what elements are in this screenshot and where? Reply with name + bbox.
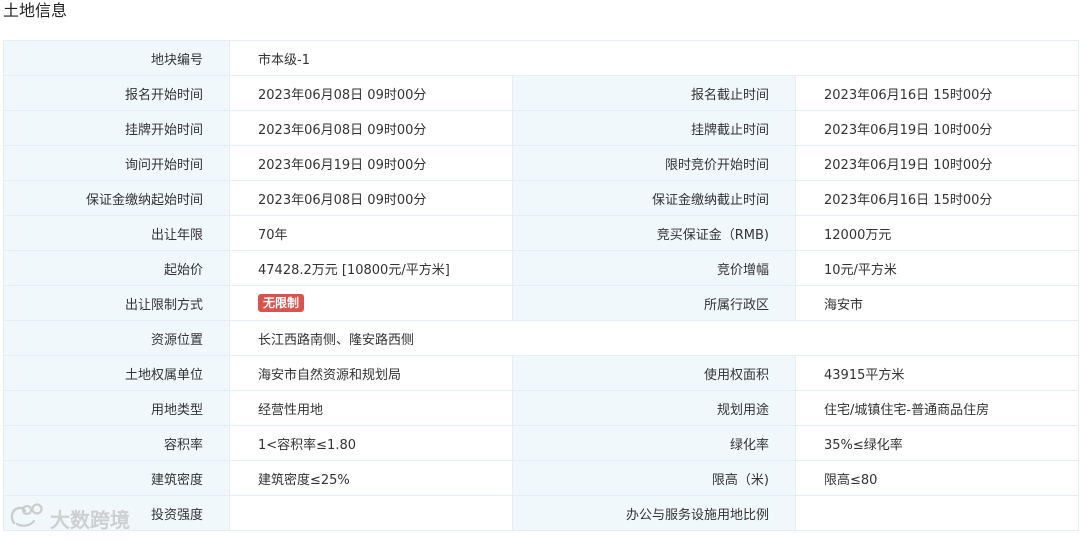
field-value: 1<容积率≤1.80	[229, 425, 513, 461]
field-value: 2023年06月08日 09时00分	[229, 110, 513, 146]
field-label: 报名开始时间	[3, 75, 230, 111]
table-row: 地块编号 市本级-1	[3, 40, 1080, 76]
field-value	[794, 495, 1080, 531]
field-label: 询问开始时间	[3, 145, 230, 181]
table-row: 保证金缴纳起始时间 2023年06月08日 09时00分 保证金缴纳截止时间 2…	[3, 180, 1080, 216]
field-value: 2023年06月08日 09时00分	[229, 180, 513, 216]
field-value: 70年	[229, 215, 513, 251]
field-label: 建筑密度	[3, 460, 230, 496]
page-title: 土地信息	[3, 1, 68, 20]
field-value: 10元/平方米	[794, 250, 1080, 286]
field-label: 挂牌开始时间	[3, 110, 230, 146]
field-value: 市本级-1	[228, 40, 1080, 76]
table-row: 报名开始时间 2023年06月08日 09时00分 报名截止时间 2023年06…	[3, 75, 1080, 111]
field-value: 经营性用地	[229, 390, 513, 426]
field-value: 限高≤80	[794, 460, 1080, 496]
field-label: 限高（米)	[512, 460, 796, 496]
table-row: 出让年限 70年 竞买保证金（RMB) 12000万元	[3, 215, 1080, 251]
field-label: 投资强度	[3, 495, 230, 531]
table-row: 起始价 47428.2万元 [10800元/平方米] 竞价增幅 10元/平方米	[3, 250, 1080, 286]
field-value: 住宅/城镇住宅-普通商品住房	[794, 390, 1080, 426]
field-value: 长江西路南侧、隆安路西侧	[228, 320, 1080, 356]
field-value: 2023年06月08日 09时00分	[229, 75, 513, 111]
field-value	[229, 495, 513, 531]
table-row: 用地类型 经营性用地 规划用途 住宅/城镇住宅-普通商品住房	[3, 390, 1080, 426]
field-value: 海安市自然资源和规划局	[229, 355, 513, 391]
field-label: 规划用途	[512, 390, 796, 426]
table-row: 挂牌开始时间 2023年06月08日 09时00分 挂牌截止时间 2023年06…	[3, 110, 1080, 146]
field-value: 43915平方米	[794, 355, 1080, 391]
field-value: 海安市	[794, 285, 1080, 321]
land-info-table: 地块编号 市本级-1 报名开始时间 2023年06月08日 09时00分 报名截…	[3, 40, 1080, 531]
field-value: 47428.2万元 [10800元/平方米]	[229, 250, 513, 286]
field-label: 保证金缴纳截止时间	[512, 180, 796, 216]
table-row: 建筑密度 建筑密度≤25% 限高（米) 限高≤80	[3, 460, 1080, 496]
field-value: 无限制	[229, 285, 513, 321]
table-row: 土地权属单位 海安市自然资源和规划局 使用权面积 43915平方米	[3, 355, 1080, 391]
field-label: 使用权面积	[512, 355, 796, 391]
field-value: 12000万元	[794, 215, 1080, 251]
field-label: 起始价	[3, 250, 230, 286]
field-label: 用地类型	[3, 390, 230, 426]
table-row: 资源位置 长江西路南侧、隆安路西侧	[3, 320, 1080, 356]
field-label: 报名截止时间	[512, 75, 796, 111]
field-label: 挂牌截止时间	[512, 110, 796, 146]
table-row: 出让限制方式 无限制 所属行政区 海安市	[3, 285, 1080, 321]
field-value: 2023年06月16日 15时00分	[794, 180, 1080, 216]
field-label: 出让限制方式	[3, 285, 230, 321]
field-value: 35%≤绿化率	[794, 425, 1080, 461]
field-label: 容积率	[3, 425, 230, 461]
field-label: 所属行政区	[512, 285, 796, 321]
field-label: 出让年限	[3, 215, 230, 251]
field-label: 办公与服务设施用地比例	[512, 495, 796, 531]
field-value: 2023年06月19日 10时00分	[794, 145, 1080, 181]
table-row: 询问开始时间 2023年06月19日 09时00分 限时竞价开始时间 2023年…	[3, 145, 1080, 181]
field-label: 资源位置	[3, 320, 230, 356]
field-value: 2023年06月16日 15时00分	[794, 75, 1080, 111]
restriction-badge: 无限制	[258, 294, 305, 312]
field-value: 2023年06月19日 09时00分	[229, 145, 513, 181]
field-label: 土地权属单位	[3, 355, 230, 391]
field-label: 地块编号	[3, 40, 230, 76]
field-label: 竞价增幅	[512, 250, 796, 286]
field-label: 竞买保证金（RMB)	[512, 215, 796, 251]
table-row: 容积率 1<容积率≤1.80 绿化率 35%≤绿化率	[3, 425, 1080, 461]
field-value: 2023年06月19日 10时00分	[794, 110, 1080, 146]
field-label: 绿化率	[512, 425, 796, 461]
field-value: 建筑密度≤25%	[229, 460, 513, 496]
field-label: 保证金缴纳起始时间	[3, 180, 230, 216]
field-label: 限时竞价开始时间	[512, 145, 796, 181]
table-row: 投资强度 办公与服务设施用地比例	[3, 495, 1080, 531]
